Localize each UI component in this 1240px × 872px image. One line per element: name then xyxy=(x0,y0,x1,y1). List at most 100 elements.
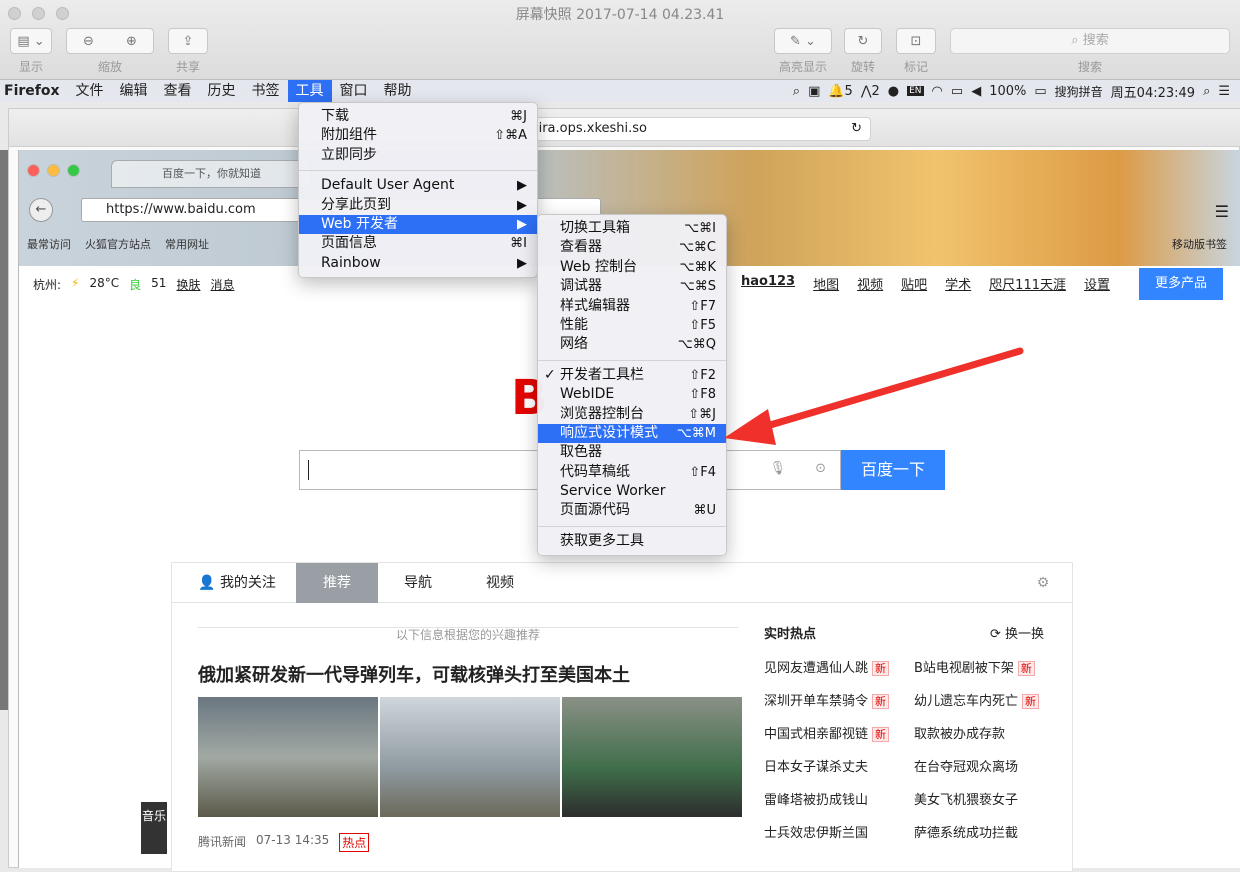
webdev-menu-item[interactable]: 网络 ⌥⌘Q xyxy=(538,335,726,354)
tab-baidu[interactable]: 百度一下，你就知道 xyxy=(111,160,311,188)
webdev-menu-item[interactable]: 调试器 ⌥⌘S xyxy=(538,277,726,296)
battery-percent[interactable]: 100% xyxy=(989,84,1026,99)
webdev-menu-item[interactable]: 响应式设计模式 ⌥⌘M xyxy=(538,423,726,444)
nav-settings[interactable]: 设置 xyxy=(1084,274,1110,293)
nav-user[interactable]: 咫尺111天涯 xyxy=(989,274,1066,293)
hot-item[interactable]: B站电视剧被下架新 xyxy=(914,657,1054,676)
message-link[interactable]: 消息 xyxy=(210,276,234,293)
tools-menu-item[interactable]: Rainbow ▶ xyxy=(299,254,537,273)
search-input[interactable]: ⌕ 搜索 xyxy=(950,28,1230,54)
rotate-button[interactable]: ↻ xyxy=(844,28,882,54)
share-button[interactable]: ⇪ xyxy=(168,28,208,54)
tab-video[interactable]: 视频 xyxy=(468,563,532,603)
webdev-menu-item[interactable]: WebIDE ⇧F8 xyxy=(538,385,726,404)
tools-menu-item[interactable]: 页面信息 ⌘I xyxy=(299,234,537,253)
bookmark-item[interactable]: 火狐官方站点 xyxy=(85,236,151,252)
baidu-search-button[interactable]: 百度一下 xyxy=(841,450,945,490)
webdev-menu-item[interactable]: Service Worker xyxy=(538,482,726,501)
list-icon[interactable]: ☰ xyxy=(1218,84,1230,99)
bookmark-item[interactable]: 常用网址 xyxy=(165,236,209,252)
tab-nav[interactable]: 导航 xyxy=(386,563,450,603)
webdev-menu-item[interactable]: ✓ 开发者工具栏 ⇧F2 xyxy=(538,366,726,385)
spotlight-icon[interactable]: ⌕ xyxy=(1203,84,1210,99)
sidebar-toggle-button[interactable]: ▤ ⌄ xyxy=(10,28,52,54)
news-image[interactable] xyxy=(198,697,378,817)
hot-item[interactable]: 美女飞机猥亵女子 xyxy=(914,789,1054,808)
hot-item[interactable]: 萨德系统成功拦截 xyxy=(914,822,1054,841)
settings-gear-icon[interactable]: ⚙ xyxy=(1028,563,1058,603)
clock[interactable]: 周五04:23:49 xyxy=(1111,82,1195,101)
reload-icon[interactable]: ↻ xyxy=(851,118,862,140)
hot-item[interactable]: 雷峰塔被扔成钱山 xyxy=(764,789,914,808)
ff-zoom-button[interactable] xyxy=(67,164,80,177)
wifi-icon[interactable]: ◠ xyxy=(932,84,943,99)
mic-icon[interactable]: ● xyxy=(888,84,899,99)
hot-item[interactable]: 幼儿遗忘车内死亡新 xyxy=(914,690,1054,709)
nav-hao123[interactable]: hao123 xyxy=(741,274,795,293)
more-products-button[interactable]: 更多产品 xyxy=(1139,268,1223,300)
display-icon[interactable]: ▣ xyxy=(808,84,820,99)
lang-badge[interactable]: EN xyxy=(907,86,924,96)
camera-icon[interactable]: ⊙ xyxy=(815,461,826,476)
nav-map[interactable]: 地图 xyxy=(813,274,839,293)
hot-item[interactable]: 见网友遭遇仙人跳新 xyxy=(764,657,914,676)
hot-item[interactable]: 在台夺冠观众离场 xyxy=(914,756,1054,775)
input-icon[interactable]: ⋀2 xyxy=(861,84,880,99)
hot-item[interactable]: 深圳开单车禁骑令新 xyxy=(764,690,914,709)
ff-close-button[interactable] xyxy=(27,164,40,177)
ime-name[interactable]: 搜狗拼音 xyxy=(1055,83,1103,100)
hamburger-menu-icon[interactable]: ☰ xyxy=(1215,202,1229,221)
news-image[interactable] xyxy=(380,697,560,817)
tools-menu-item[interactable]: Web 开发者 ▶ xyxy=(299,214,537,235)
news-image[interactable] xyxy=(562,697,742,817)
hot-item[interactable]: 士兵效忠伊斯兰国 xyxy=(764,822,914,841)
hot-item[interactable]: 取款被办成存款 xyxy=(914,723,1054,742)
news-headline[interactable]: 俄加紧研发新一代导弹列车，可载核弹头打至美国本土 xyxy=(198,661,630,687)
bookmark-item[interactable]: 最常访问 xyxy=(27,236,71,252)
hot-item[interactable]: 日本女子谋杀丈夫 xyxy=(764,756,914,775)
ff-minimize-button[interactable] xyxy=(47,164,60,177)
webdev-menu-item[interactable]: 代码草稿纸 ⇧F4 xyxy=(538,463,726,482)
webdev-menu-item[interactable]: 样式编辑器 ⇧F7 xyxy=(538,297,726,316)
webdev-menu-item[interactable]: Web 控制台 ⌥⌘K xyxy=(538,258,726,277)
menu-window[interactable]: 窗口 xyxy=(332,80,376,102)
menu-help[interactable]: 帮助 xyxy=(376,80,420,102)
tools-menu-item[interactable]: 附加组件 ⇧⌘A xyxy=(299,126,537,145)
nav-tieba[interactable]: 贴吧 xyxy=(901,274,927,293)
webdev-menu-item[interactable]: 取色器 xyxy=(538,443,726,462)
zoom-out-icon[interactable]: ⊖ xyxy=(83,34,94,49)
tab-recommend[interactable]: 推荐 xyxy=(296,563,378,603)
menu-history[interactable]: 历史 xyxy=(200,80,244,102)
menu-tools[interactable]: 工具 xyxy=(287,80,332,102)
markup-button[interactable]: ⊡ xyxy=(896,28,936,54)
zoom-buttons[interactable]: ⊖ ⊕ xyxy=(66,28,154,54)
back-button[interactable]: ← xyxy=(29,198,53,222)
webdev-menu-item[interactable]: 获取更多工具 xyxy=(538,532,726,551)
skin-link[interactable]: 换肤 xyxy=(176,276,200,293)
mobile-bookmarks[interactable]: 移动版书签 xyxy=(1172,236,1227,252)
webdev-menu-item[interactable]: 浏览器控制台 ⇧⌘J xyxy=(538,405,726,424)
tools-menu-item[interactable]: Default User Agent ▶ xyxy=(299,176,537,195)
webdev-menu-item[interactable]: 切换工具箱 ⌥⌘I xyxy=(538,219,726,238)
microphone-icon[interactable]: 🎙 xyxy=(769,461,786,476)
volume-icon[interactable]: ◀ xyxy=(971,84,981,99)
menu-edit[interactable]: 编辑 xyxy=(112,80,156,102)
webdev-menu-item[interactable]: 页面源代码 ⌘U xyxy=(538,501,726,520)
refresh-button[interactable]: ⟳ 换一换 xyxy=(990,623,1044,642)
menu-app[interactable]: Firefox xyxy=(0,80,68,102)
tab-follow[interactable]: 👤 我的关注 xyxy=(192,563,282,603)
search-status-icon[interactable]: ⌕ xyxy=(793,84,800,99)
hot-item[interactable]: 中国式相亲鄙视链新 xyxy=(764,723,914,742)
nav-xueshu[interactable]: 学术 xyxy=(945,274,971,293)
menu-file[interactable]: 文件 xyxy=(68,80,112,102)
zoom-in-icon[interactable]: ⊕ xyxy=(126,34,137,49)
highlight-button[interactable]: ✎ ⌄ xyxy=(774,28,832,54)
tools-menu-item[interactable]: 立即同步 xyxy=(299,146,537,165)
webdev-menu-item[interactable]: 查看器 ⌥⌘C xyxy=(538,238,726,257)
tools-menu-item[interactable]: 下载 ⌘J xyxy=(299,107,537,126)
bell-icon[interactable]: 🔔5 xyxy=(828,84,852,99)
tools-menu-item[interactable]: 分享此页到 ▶ xyxy=(299,196,537,215)
music-button[interactable]: 音乐 xyxy=(141,802,167,854)
nav-video[interactable]: 视频 xyxy=(857,274,883,293)
webdev-menu-item[interactable]: 性能 ⇧F5 xyxy=(538,316,726,335)
